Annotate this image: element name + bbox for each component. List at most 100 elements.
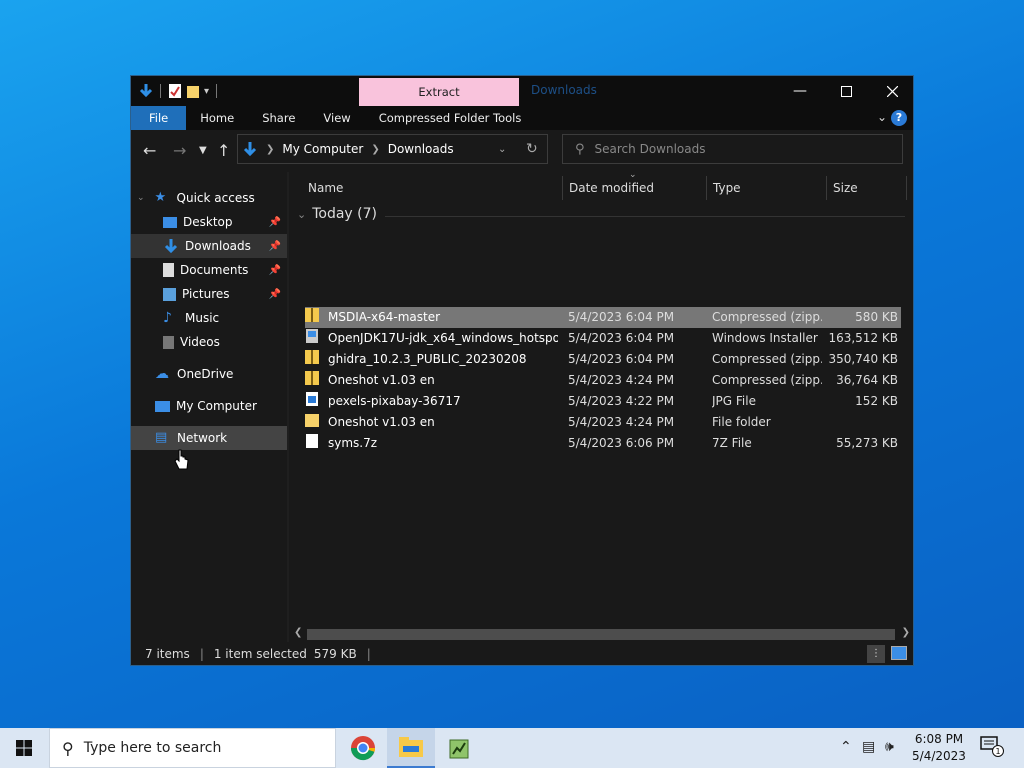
pin-icon[interactable]: 📌 — [269, 217, 281, 228]
taskbar-notepad[interactable] — [436, 728, 484, 768]
sidebar-item-label: OneDrive — [177, 367, 234, 381]
maximize-button[interactable] — [823, 76, 869, 106]
column-header-type[interactable]: Type — [713, 176, 741, 200]
large-icons-view-icon[interactable] — [891, 646, 907, 660]
sidebar-item-network[interactable]: ▤ Network — [131, 426, 287, 450]
refresh-icon[interactable]: ↻ — [526, 141, 538, 157]
collapse-chevron-icon[interactable]: ⌄ — [137, 193, 145, 203]
volume-icon[interactable]: 🕪 — [885, 739, 894, 755]
new-folder-icon[interactable] — [186, 83, 200, 99]
close-icon — [886, 85, 898, 97]
scroll-left-icon[interactable]: ❮ — [294, 627, 302, 638]
zip-folder-icon — [305, 308, 319, 322]
properties-icon[interactable] — [168, 83, 182, 99]
back-arrow-icon[interactable]: ← — [143, 141, 156, 160]
notepad-app-icon — [449, 739, 469, 759]
tab-share[interactable]: Share — [248, 106, 309, 130]
file-type: 7Z File — [712, 436, 752, 450]
notification-center-button[interactable]: 1 — [980, 736, 1004, 760]
file-row[interactable]: MSDIA-x64-master 5/4/2023 6:04 PM Compre… — [305, 307, 901, 328]
file-explorer-icon — [399, 737, 423, 757]
address-bar[interactable]: ❯ My Computer ❯ Downloads ⌄ ↻ — [237, 134, 548, 164]
breadcrumb-chevron-icon[interactable]: ❯ — [371, 144, 379, 155]
file-size: 55,273 KB — [836, 436, 898, 450]
file-type: JPG File — [712, 394, 756, 408]
network-tray-icon[interactable]: ▤ — [862, 739, 875, 755]
sidebar-item-my-computer[interactable]: My Computer — [131, 394, 287, 418]
pin-icon[interactable]: 📌 — [269, 289, 281, 300]
sidebar-item-label: Network — [177, 431, 228, 445]
file-row[interactable]: OpenJDK17U-jdk_x64_windows_hotspot_... 5… — [305, 328, 901, 349]
breadcrumb-downloads[interactable]: Downloads — [388, 142, 454, 156]
installer-icon — [306, 329, 318, 343]
desktop-folder-icon — [163, 216, 177, 228]
forward-arrow-icon[interactable]: → — [173, 141, 186, 160]
scroll-right-icon[interactable]: ❯ — [902, 627, 910, 638]
minimize-button[interactable]: — — [777, 76, 823, 106]
breadcrumb-my-computer[interactable]: My Computer — [282, 142, 363, 156]
up-arrow-icon[interactable]: ↑ — [217, 141, 230, 160]
sidebar-item-onedrive[interactable]: ☁ OneDrive — [131, 362, 287, 386]
mouse-pointer-icon — [174, 449, 189, 470]
system-clock[interactable]: 6:08 PM 5/4/2023 — [908, 731, 970, 765]
file-date: 5/4/2023 4:22 PM — [568, 394, 675, 408]
pin-icon[interactable]: 📌 — [269, 241, 281, 252]
selection-size: 579 KB — [313, 647, 357, 661]
sidebar-item-music[interactable]: ♪ Music — [131, 306, 287, 330]
column-divider[interactable] — [906, 176, 907, 200]
tab-view[interactable]: View — [309, 106, 364, 130]
taskbar-chrome[interactable] — [339, 728, 387, 768]
file-row[interactable]: Oneshot v1.03 en 5/4/2023 4:24 PM Compre… — [305, 370, 901, 391]
download-arrow-icon — [164, 239, 178, 254]
search-placeholder: Search Downloads — [594, 142, 706, 156]
collapse-chevron-icon[interactable]: ⌄ — [297, 208, 306, 221]
address-dropdown-chevron-icon[interactable]: ⌄ — [498, 144, 506, 155]
expand-ribbon-chevron-icon[interactable]: ⌄ — [877, 110, 887, 124]
details-view-icon[interactable]: ⋮ — [867, 645, 885, 663]
customize-toolbar-icon[interactable]: ▾ — [204, 86, 209, 97]
taskbar-file-explorer[interactable] — [387, 728, 435, 768]
file-row[interactable]: ghidra_10.2.3_PUBLIC_20230208 5/4/2023 6… — [305, 349, 901, 370]
pin-icon[interactable]: 📌 — [269, 265, 281, 276]
taskbar-search-input[interactable]: ⚲ Type here to search — [49, 728, 336, 768]
column-header-name[interactable]: Name — [308, 176, 343, 200]
scrollbar-thumb[interactable] — [307, 629, 895, 640]
sidebar-item-pictures[interactable]: Pictures 📌 — [131, 282, 287, 306]
sort-chevron-icon: ⌄ — [629, 170, 637, 180]
breadcrumb-chevron-icon[interactable]: ❯ — [266, 144, 274, 155]
search-input[interactable]: ⚲ Search Downloads — [562, 134, 903, 164]
file-row[interactable]: Oneshot v1.03 en 5/4/2023 4:24 PM File f… — [305, 412, 901, 433]
sidebar-item-downloads[interactable]: Downloads 📌 — [131, 234, 287, 258]
tab-file[interactable]: File — [131, 106, 187, 130]
column-header-size[interactable]: Size — [833, 176, 858, 200]
horizontal-scrollbar[interactable]: ❮ ❯ — [289, 627, 913, 642]
tab-home[interactable]: Home — [186, 106, 248, 130]
sidebar-item-videos[interactable]: Videos — [131, 330, 287, 354]
zip-folder-icon — [305, 371, 319, 385]
column-divider[interactable] — [562, 176, 563, 200]
file-row[interactable]: syms.7z 5/4/2023 6:06 PM 7Z File 55,273 … — [305, 433, 901, 454]
toolbar-separator — [216, 84, 218, 98]
tab-extract[interactable]: Extract — [359, 78, 519, 106]
sidebar-item-quick-access[interactable]: ⌄ ★ Quick access — [131, 186, 287, 210]
sidebar-item-documents[interactable]: Documents 📌 — [131, 258, 287, 282]
close-button[interactable] — [869, 76, 913, 106]
generic-file-icon — [306, 434, 318, 448]
file-date: 5/4/2023 6:04 PM — [568, 310, 675, 324]
group-divider — [385, 216, 905, 217]
file-type: File folder — [712, 415, 771, 429]
download-arrow-icon[interactable] — [139, 83, 153, 99]
file-name: syms.7z — [328, 436, 378, 450]
start-button[interactable] — [0, 728, 48, 768]
column-divider[interactable] — [706, 176, 707, 200]
help-icon[interactable]: ? — [891, 110, 907, 126]
tab-compressed-folder-tools[interactable]: Compressed Folder Tools — [365, 106, 536, 130]
column-divider[interactable] — [826, 176, 827, 200]
sidebar-item-desktop[interactable]: Desktop 📌 — [131, 210, 287, 234]
column-header-date[interactable]: Date modified — [569, 176, 654, 200]
star-icon: ★ — [154, 190, 167, 205]
recent-locations-chevron-icon[interactable]: ▼ — [199, 145, 207, 156]
group-header[interactable]: ⌄ Today (7) — [297, 206, 377, 222]
show-hidden-icons-chevron-icon[interactable]: ⌃ — [840, 739, 852, 755]
file-row[interactable]: pexels-pixabay-36717 5/4/2023 4:22 PM JP… — [305, 391, 901, 412]
